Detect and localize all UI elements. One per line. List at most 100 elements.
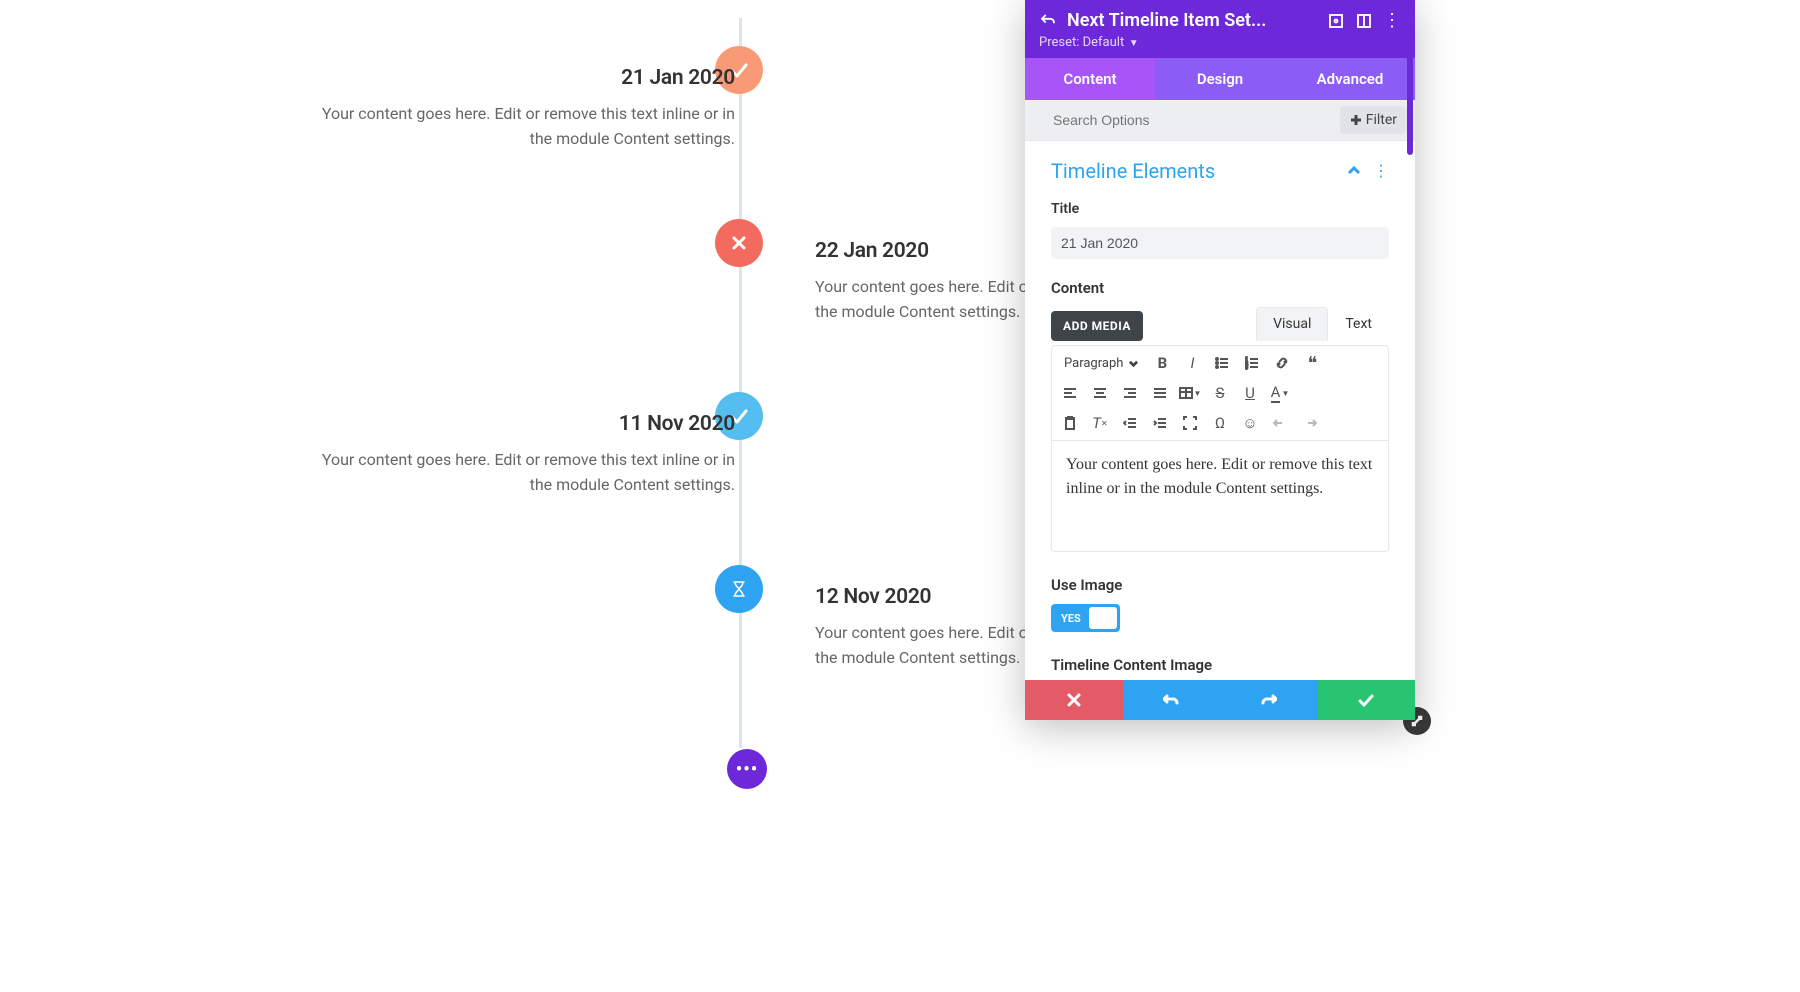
add-media-button[interactable]: ADD MEDIA <box>1051 311 1143 341</box>
plus-icon <box>1350 114 1362 126</box>
cancel-button[interactable] <box>1025 680 1123 720</box>
timeline-title[interactable]: 11 Nov 2020 <box>305 412 735 436</box>
redo-icon <box>1303 416 1317 430</box>
outdent-icon <box>1123 416 1137 430</box>
ol-button[interactable]: 123 <box>1238 350 1266 376</box>
chevron-up-icon[interactable] <box>1347 164 1361 178</box>
table-button[interactable]: ▼ <box>1176 380 1204 406</box>
toggle-value: YES <box>1061 612 1081 625</box>
preset-label: Preset: Default <box>1039 35 1124 50</box>
panel-footer <box>1025 680 1415 720</box>
settings-panel: Next Timeline Item Set... ⋮ Preset: Defa… <box>1025 0 1415 720</box>
timeline-title[interactable]: 21 Jan 2020 <box>305 66 735 90</box>
align-right-icon <box>1123 386 1137 400</box>
quote-button[interactable]: ❝ <box>1298 350 1326 376</box>
fullscreen-icon <box>1183 416 1197 430</box>
panel-scrollbar[interactable] <box>1407 0 1413 155</box>
timeline-content-image-label: Timeline Content Image <box>1051 656 1389 674</box>
list-ol-icon: 123 <box>1245 356 1259 370</box>
maximize-icon <box>1327 12 1345 30</box>
align-left-icon <box>1063 386 1077 400</box>
timeline-more-button[interactable]: ••• <box>727 749 767 789</box>
align-center-icon <box>1093 386 1107 400</box>
emoji-button[interactable]: ☺ <box>1236 410 1264 436</box>
save-button[interactable] <box>1318 680 1416 720</box>
back-button[interactable] <box>1039 12 1057 30</box>
filter-button[interactable]: Filter <box>1340 106 1407 134</box>
undo-button[interactable] <box>1266 410 1294 436</box>
list-ul-icon <box>1215 356 1229 370</box>
use-image-label: Use Image <box>1051 576 1389 594</box>
use-image-toggle[interactable]: YES <box>1051 604 1120 632</box>
undo-arrow-icon <box>1039 12 1057 30</box>
panel-title: Next Timeline Item Set... <box>1067 10 1317 31</box>
x-icon <box>729 233 749 253</box>
ul-button[interactable] <box>1208 350 1236 376</box>
svg-text:3: 3 <box>1245 365 1248 370</box>
section-menu-button[interactable]: ⋮ <box>1373 163 1389 179</box>
search-bar: Filter <box>1025 100 1415 141</box>
format-label: Paragraph <box>1064 356 1123 371</box>
underline-button[interactable]: U <box>1236 380 1264 406</box>
search-input[interactable] <box>1053 112 1340 128</box>
undo-button[interactable] <box>1123 680 1221 720</box>
panel-tabs: Content Design Advanced <box>1025 58 1415 100</box>
rich-text-editor: Paragraph B I 123 ❝ ▼ S U A▼ <box>1051 345 1389 552</box>
panel-menu-button[interactable]: ⋮ <box>1383 12 1401 30</box>
title-input[interactable] <box>1051 227 1389 259</box>
format-select[interactable]: Paragraph <box>1056 352 1146 375</box>
tab-content[interactable]: Content <box>1025 58 1155 100</box>
title-label: Title <box>1051 201 1389 217</box>
chevron-down-icon <box>1129 359 1138 368</box>
timeline-marker[interactable] <box>715 219 763 267</box>
align-right-button[interactable] <box>1116 380 1144 406</box>
rte-content-area[interactable]: Your content goes here. Edit or remove t… <box>1052 441 1388 551</box>
timeline-body[interactable]: Your content goes here. Edit or remove t… <box>305 102 735 152</box>
expand-button[interactable] <box>1327 12 1345 30</box>
textcolor-button[interactable]: A▼ <box>1266 380 1294 406</box>
align-justify-icon <box>1153 386 1167 400</box>
columns-button[interactable] <box>1355 12 1373 30</box>
link-icon <box>1275 356 1289 370</box>
align-center-button[interactable] <box>1086 380 1114 406</box>
indent-icon <box>1153 416 1167 430</box>
redo-button[interactable] <box>1296 410 1324 436</box>
strike-button[interactable]: S <box>1206 380 1234 406</box>
rte-toolbar: Paragraph B I 123 ❝ ▼ S U A▼ <box>1052 346 1388 441</box>
tab-advanced[interactable]: Advanced <box>1285 58 1415 100</box>
panel-body: Timeline Elements ⋮ Title Content ADD ME… <box>1025 141 1415 680</box>
fullscreen-button[interactable] <box>1176 410 1204 436</box>
tab-design[interactable]: Design <box>1155 58 1285 100</box>
x-icon <box>1066 692 1082 708</box>
timeline-vertical-line <box>739 18 742 748</box>
hourglass-icon <box>729 579 749 599</box>
paste-button[interactable] <box>1056 410 1084 436</box>
clipboard-icon <box>1063 416 1077 430</box>
outdent-button[interactable] <box>1116 410 1144 436</box>
toggle-knob <box>1089 607 1117 629</box>
section-header[interactable]: Timeline Elements ⋮ <box>1051 159 1389 183</box>
editor-tab-text[interactable]: Text <box>1328 307 1389 341</box>
clear-format-button[interactable]: T✕ <box>1086 410 1114 436</box>
filter-label: Filter <box>1366 112 1397 128</box>
table-icon <box>1179 386 1193 400</box>
redo-icon <box>1261 692 1277 708</box>
preset-selector[interactable]: Preset: Default ▼ <box>1039 35 1401 50</box>
section-title: Timeline Elements <box>1051 159 1215 183</box>
timeline-marker[interactable] <box>715 565 763 613</box>
bold-button[interactable]: B <box>1148 350 1176 376</box>
link-button[interactable] <box>1268 350 1296 376</box>
editor-tab-visual[interactable]: Visual <box>1256 307 1328 341</box>
panel-header: Next Timeline Item Set... ⋮ Preset: Defa… <box>1025 0 1415 58</box>
timeline-body[interactable]: Your content goes here. Edit or remove t… <box>305 448 735 498</box>
undo-icon <box>1163 692 1179 708</box>
special-char-button[interactable]: Ω <box>1206 410 1234 436</box>
redo-button[interactable] <box>1220 680 1318 720</box>
columns-icon <box>1355 12 1373 30</box>
align-justify-button[interactable] <box>1146 380 1174 406</box>
check-icon <box>1358 692 1374 708</box>
align-left-button[interactable] <box>1056 380 1084 406</box>
italic-button[interactable]: I <box>1178 350 1206 376</box>
timeline-canvas: 21 Jan 2020 Your content goes here. Edit… <box>0 0 1800 992</box>
indent-button[interactable] <box>1146 410 1174 436</box>
